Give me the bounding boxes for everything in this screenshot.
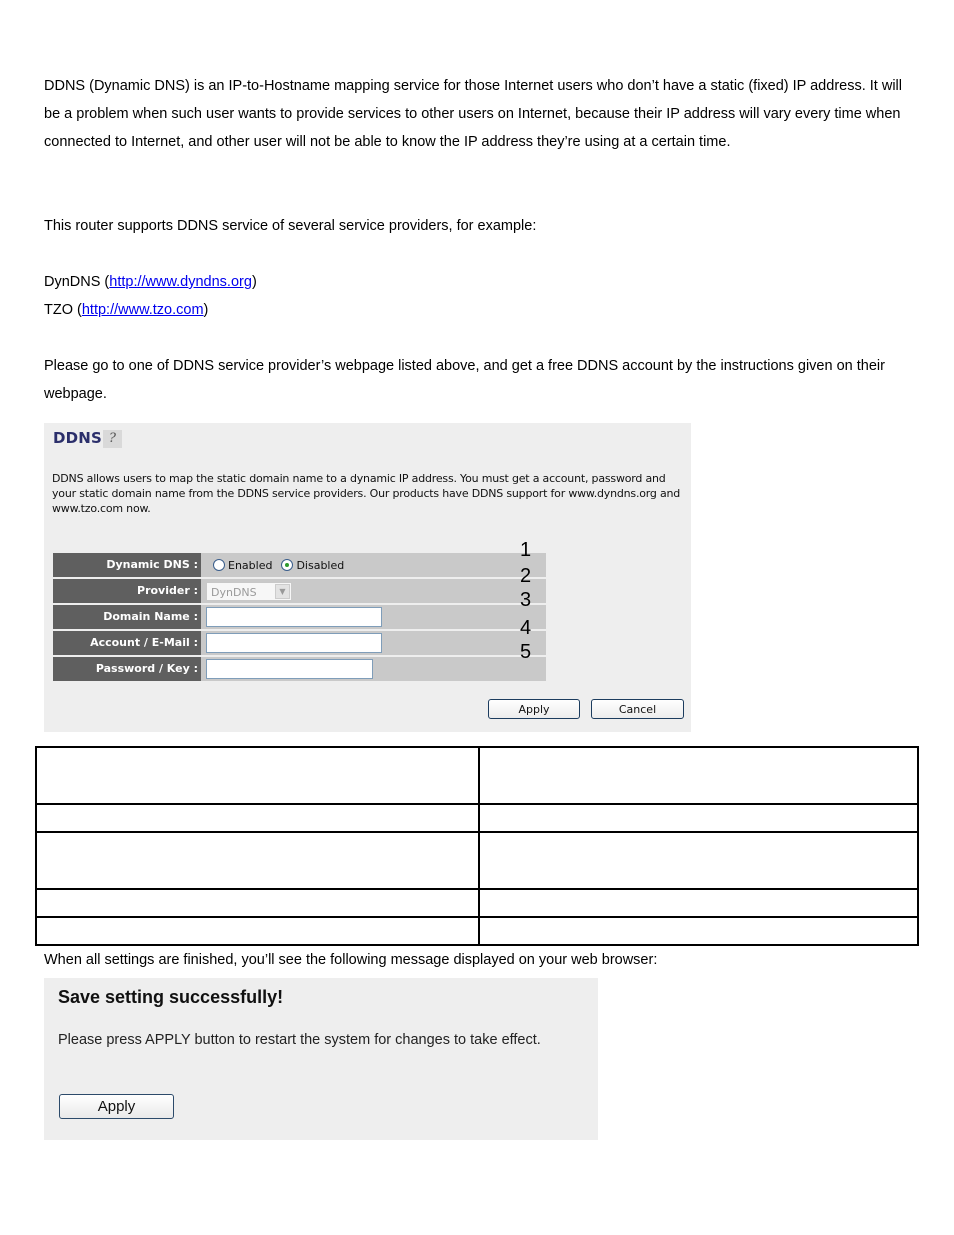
table-row bbox=[35, 916, 919, 946]
enabled-radio-label[interactable]: Enabled bbox=[228, 559, 272, 572]
provider-row: Provider : DynDNS ▼ bbox=[53, 579, 546, 603]
intro-paragraph-1: DDNS (Dynamic DNS) is an IP-to-Hostname … bbox=[44, 78, 902, 150]
account-row: Account / E-Mail : bbox=[53, 631, 546, 655]
password-input[interactable] bbox=[206, 659, 373, 679]
disabled-radio[interactable] bbox=[281, 559, 294, 571]
callout-3: 3 bbox=[520, 589, 532, 611]
panel-title: DDNS bbox=[53, 429, 103, 447]
panel-description: DDNS allows users to map the static doma… bbox=[52, 472, 681, 515]
account-input[interactable] bbox=[206, 633, 382, 653]
chevron-down-icon: ▼ bbox=[275, 583, 290, 599]
callout-5: 5 bbox=[520, 641, 532, 663]
success-message: Please press APPLY button to restart the… bbox=[58, 1032, 541, 1048]
domain-name-input[interactable] bbox=[206, 607, 382, 627]
provider-select[interactable]: DynDNS ▼ bbox=[206, 581, 292, 601]
table-row bbox=[35, 888, 919, 918]
tzo-link[interactable]: http://www.tzo.com bbox=[82, 302, 204, 318]
intro-paragraph-3: Please go to one of DDNS service provide… bbox=[44, 358, 885, 402]
dyndns-link[interactable]: http://www.dyndns.org bbox=[109, 274, 252, 290]
cancel-button[interactable]: Cancel bbox=[591, 699, 684, 719]
password-row: Password / Key : bbox=[53, 657, 546, 681]
table-row bbox=[35, 746, 919, 805]
provider-line-dyndns: DynDNS (http://www.dyndns.org) bbox=[44, 274, 257, 290]
callout-1: 1 bbox=[520, 539, 532, 561]
dynamic-dns-label: Dynamic DNS : bbox=[53, 553, 201, 577]
callout-4: 4 bbox=[520, 617, 532, 639]
account-label: Account / E-Mail : bbox=[53, 631, 201, 655]
success-apply-button[interactable]: Apply bbox=[59, 1094, 174, 1119]
ddns-form: Dynamic DNS : Enabled Disabled Provider … bbox=[53, 553, 546, 683]
after-settings-text: When all settings are finished, you’ll s… bbox=[44, 952, 658, 968]
enabled-radio[interactable] bbox=[213, 559, 225, 571]
description-table bbox=[35, 746, 919, 946]
domain-name-label: Domain Name : bbox=[53, 605, 201, 629]
domain-name-row: Domain Name : bbox=[53, 605, 546, 629]
help-icon[interactable]: ? bbox=[103, 430, 122, 448]
dynamic-dns-row: Dynamic DNS : Enabled Disabled bbox=[53, 553, 546, 577]
ddns-settings-panel: DDNS ? DDNS allows users to map the stat… bbox=[44, 423, 691, 732]
provider-label: Provider : bbox=[53, 579, 201, 603]
save-success-panel: Save setting successfully! Please press … bbox=[44, 978, 598, 1140]
apply-button[interactable]: Apply bbox=[488, 699, 580, 719]
table-row bbox=[35, 803, 919, 833]
intro-paragraph-2: This router supports DDNS service of sev… bbox=[44, 218, 537, 234]
callout-2: 2 bbox=[520, 565, 532, 587]
table-row bbox=[35, 831, 919, 890]
success-title: Save setting successfully! bbox=[58, 987, 284, 1007]
disabled-radio-label[interactable]: Disabled bbox=[296, 559, 344, 572]
provider-line-tzo: TZO (http://www.tzo.com) bbox=[44, 302, 209, 318]
password-label: Password / Key : bbox=[53, 657, 201, 681]
